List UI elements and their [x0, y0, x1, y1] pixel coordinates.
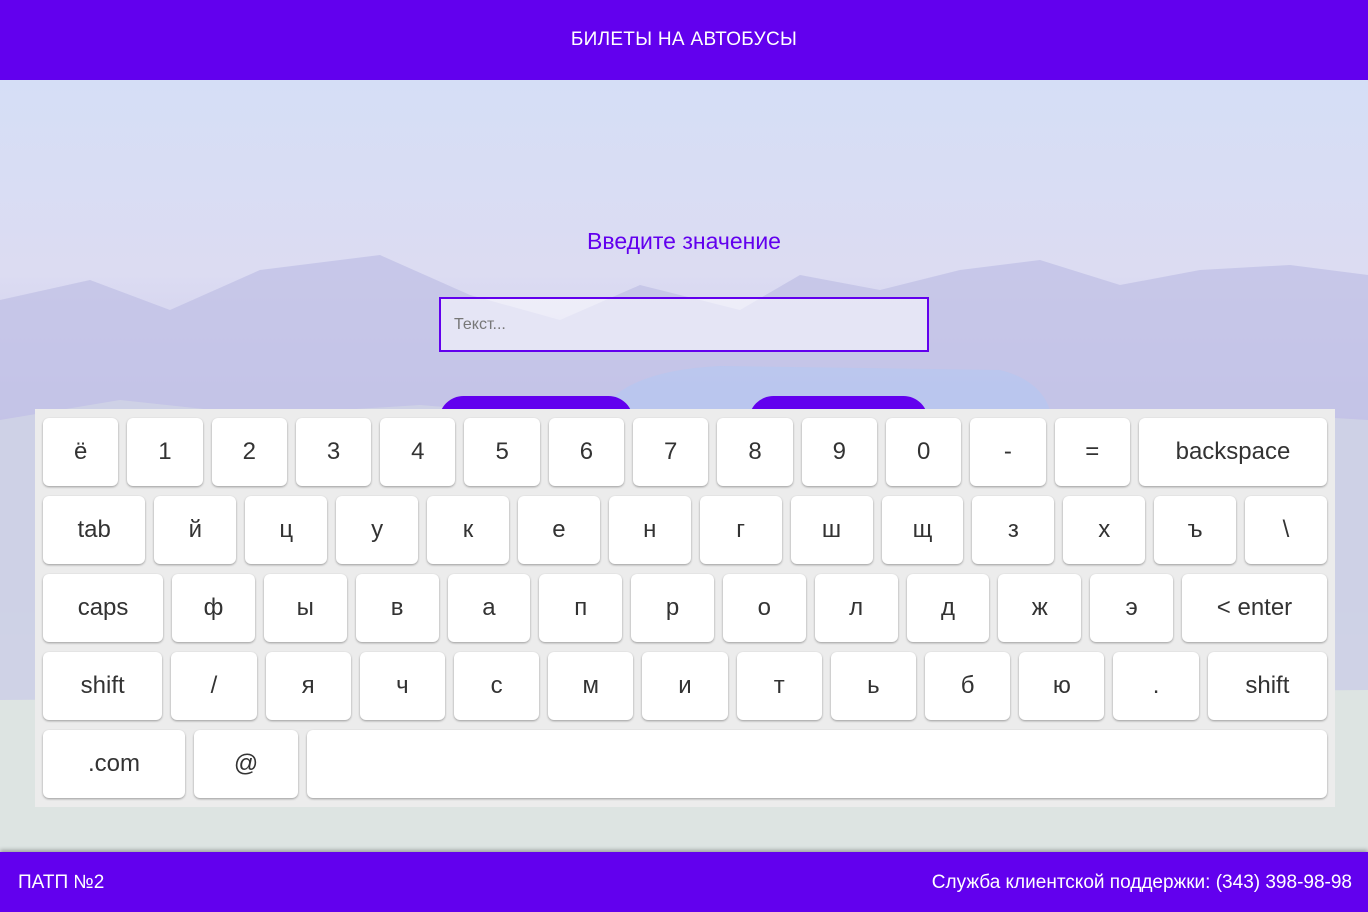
app-title: БИЛЕТЫ НА АВТОБУСЫ — [570, 29, 798, 50]
key-sh[interactable]: ш — [790, 496, 873, 564]
key-hard-sign[interactable]: ъ — [1154, 496, 1237, 564]
key-y-short[interactable]: й — [154, 496, 237, 564]
key-6[interactable]: 6 — [548, 418, 625, 486]
key-space[interactable] — [307, 730, 1327, 798]
key-period[interactable]: . — [1113, 652, 1199, 720]
key-l[interactable]: л — [814, 574, 898, 642]
key-a[interactable]: а — [447, 574, 531, 642]
key-n[interactable]: н — [608, 496, 691, 564]
key-zh[interactable]: ж — [998, 574, 1082, 642]
key-kh[interactable]: х — [1063, 496, 1146, 564]
key-enter[interactable]: < enter — [1182, 574, 1327, 642]
key-i[interactable]: и — [642, 652, 728, 720]
key-3[interactable]: 3 — [295, 418, 372, 486]
key-m[interactable]: м — [548, 652, 634, 720]
key-9[interactable]: 9 — [801, 418, 877, 486]
key-t[interactable]: т — [736, 652, 822, 720]
key-z[interactable]: з — [972, 496, 1055, 564]
key-e[interactable]: э — [1090, 574, 1174, 642]
key-tab[interactable]: tab — [43, 496, 146, 564]
key-2[interactable]: 2 — [211, 418, 287, 486]
key-equals[interactable]: = — [1054, 418, 1130, 486]
key-u[interactable]: у — [336, 496, 419, 564]
key-ya[interactable]: я — [265, 652, 351, 720]
app-header: БИЛЕТЫ НА АВТОБУСЫ — [0, 0, 1368, 80]
key-yu[interactable]: ю — [1019, 652, 1105, 720]
keyboard-row-5: .com @ — [43, 730, 1327, 798]
key-backslash[interactable]: \ — [1245, 496, 1327, 564]
key-v[interactable]: в — [355, 574, 439, 642]
key-8[interactable]: 8 — [717, 418, 793, 486]
key-dotcom[interactable]: .com — [43, 730, 185, 798]
key-d[interactable]: д — [906, 574, 990, 642]
app-footer: ПАТП №2 Служба клиентской поддержки: (34… — [0, 852, 1368, 912]
key-7[interactable]: 7 — [633, 418, 709, 486]
support-phone: Служба клиентской поддержки: (343) 398-9… — [931, 872, 1352, 893]
key-caps[interactable]: caps — [43, 574, 164, 642]
text-input-container[interactable] — [439, 297, 929, 352]
key-at[interactable]: @ — [194, 730, 298, 798]
key-ts[interactable]: ц — [245, 496, 328, 564]
keyboard-row-1: ё 1 2 3 4 5 6 7 8 9 0 - = backspace — [43, 418, 1328, 486]
key-s[interactable]: с — [453, 652, 540, 720]
key-ye[interactable]: е — [517, 496, 600, 564]
key-shch[interactable]: щ — [881, 496, 964, 564]
key-k[interactable]: к — [427, 496, 509, 564]
virtual-keyboard: ё 1 2 3 4 5 6 7 8 9 0 - = backspace tab … — [35, 409, 1335, 807]
key-yo[interactable]: ё — [43, 418, 119, 486]
key-g[interactable]: г — [699, 496, 782, 564]
key-minus[interactable]: - — [970, 418, 1046, 486]
key-f[interactable]: ф — [172, 574, 255, 642]
keyboard-row-3: caps ф ы в а п р о л д ж э < enter — [43, 574, 1327, 642]
key-shift-left[interactable]: shift — [43, 652, 163, 720]
keyboard-row-4: shift / я ч с м и т ь б ю . shift — [43, 652, 1327, 720]
key-o[interactable]: о — [722, 574, 806, 642]
key-1[interactable]: 1 — [127, 418, 203, 486]
key-0[interactable]: 0 — [885, 418, 962, 486]
key-soft-sign[interactable]: ь — [830, 652, 917, 720]
company-name: ПАТП №2 — [18, 872, 105, 893]
key-5[interactable]: 5 — [464, 418, 540, 486]
dialog-prompt: Введите значение — [587, 228, 781, 254]
key-4[interactable]: 4 — [380, 418, 456, 486]
key-slash[interactable]: / — [171, 652, 257, 720]
text-input[interactable] — [441, 299, 927, 350]
key-p[interactable]: п — [539, 574, 623, 642]
key-shift-right[interactable]: shift — [1207, 652, 1327, 720]
key-r[interactable]: р — [631, 574, 714, 642]
key-b[interactable]: б — [925, 652, 1011, 720]
key-yery[interactable]: ы — [263, 574, 347, 642]
key-backspace[interactable]: backspace — [1138, 418, 1328, 486]
key-ch[interactable]: ч — [359, 652, 445, 720]
keyboard-row-2: tab й ц у к е н г ш щ з х ъ \ — [43, 496, 1327, 564]
